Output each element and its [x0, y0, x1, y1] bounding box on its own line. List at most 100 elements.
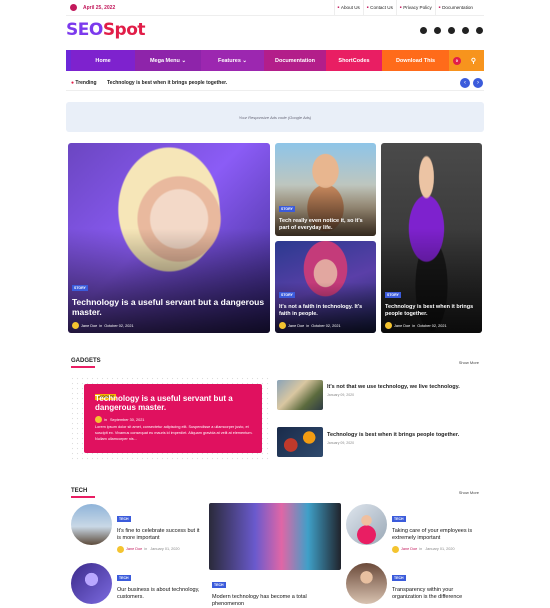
- author-name[interactable]: Jane Doe: [394, 324, 410, 328]
- tech-item-title[interactable]: It's fine to celebrate success but it is…: [117, 528, 203, 542]
- category-tag[interactable]: STORY: [279, 206, 295, 213]
- avatar: [392, 545, 399, 553]
- hero-title[interactable]: It's not a faith in technology. It's fai…: [279, 304, 372, 318]
- next-arrow-icon[interactable]: ›: [473, 78, 483, 88]
- privacy-policy-link[interactable]: Privacy Policy: [395, 0, 435, 16]
- section-title: GADGETS: [71, 358, 101, 364]
- hero-card-2[interactable]: STORY Tech really even notice it, so it'…: [275, 143, 376, 236]
- gadgets-featured-card[interactable]: GADGETS Technology is a useful servant b…: [84, 384, 262, 453]
- tech-thumb-4[interactable]: [346, 563, 387, 604]
- tech-item-4: TECH Transparency within your organizati…: [392, 566, 478, 601]
- search-icon[interactable]: ⚲: [471, 57, 476, 65]
- category-tag[interactable]: TECH: [392, 516, 406, 522]
- tech-item-title[interactable]: Transparency within your organization is…: [392, 587, 478, 601]
- prev-arrow-icon[interactable]: ‹: [460, 78, 470, 88]
- nav-mega-menu-label: Mega Menu: [149, 57, 180, 64]
- notification-badge[interactable]: 0: [452, 56, 461, 65]
- tech-show-more[interactable]: Show More: [459, 490, 479, 495]
- tech-thumb-1[interactable]: [71, 504, 112, 545]
- instagram-icon[interactable]: [476, 27, 483, 34]
- post-date: January 01, 2020: [150, 547, 180, 552]
- post-date: January 01, 2020: [425, 547, 455, 552]
- gadget-thumb-2[interactable]: [277, 427, 323, 457]
- author-name[interactable]: Jane Doe: [401, 547, 417, 551]
- twitter-icon[interactable]: [462, 27, 469, 34]
- gadget-item-title[interactable]: It's not that we use technology, we live…: [327, 384, 477, 391]
- logo-part-1: SEO: [66, 20, 103, 40]
- category-tag[interactable]: TECH: [212, 582, 226, 588]
- gadget-item-title[interactable]: Technology is best when it brings people…: [327, 432, 477, 439]
- social-links: [420, 27, 483, 34]
- section-underline: [71, 366, 95, 368]
- telegram-icon[interactable]: [448, 27, 455, 34]
- gadget-item-1: It's not that we use technology, we live…: [327, 384, 477, 397]
- contact-us-link[interactable]: Contact Us: [362, 0, 396, 16]
- gadgets-header: GADGETS: [71, 358, 101, 368]
- tech-item-1: TECH It's fine to celebrate success but …: [117, 507, 203, 553]
- main-nav: Home Mega Menu ⌄ Features ⌄ Documentatio…: [66, 50, 484, 71]
- top-bar: April 25, 2022 About Us Contact Us Priva…: [66, 0, 484, 16]
- nav-home[interactable]: Home: [71, 50, 135, 71]
- avatar: [385, 322, 392, 329]
- hero-title[interactable]: Tech really even notice it, so it's part…: [279, 218, 372, 232]
- tech-header: TECH: [71, 488, 95, 498]
- gadget-item-2: Technology is best when it brings people…: [327, 432, 477, 445]
- post-date: January 09, 2020: [327, 440, 355, 445]
- author-name[interactable]: Jane Doe: [81, 324, 97, 328]
- gadget-thumb-1[interactable]: [277, 380, 323, 410]
- clock-icon: [70, 4, 77, 11]
- nav-download[interactable]: Download This: [382, 50, 449, 71]
- category-tag[interactable]: TECH: [117, 575, 131, 581]
- section-title: TECH: [71, 488, 88, 494]
- featured-title[interactable]: Technology is a useful servant but a dan…: [95, 394, 255, 413]
- nav-documentation[interactable]: Documentation: [264, 50, 326, 71]
- about-us-link[interactable]: About Us: [333, 0, 363, 16]
- tech-thumb-3[interactable]: [346, 504, 387, 545]
- whatsapp-icon[interactable]: [434, 27, 441, 34]
- ad-slot: Your Responsive Ads code (Google Ads): [66, 102, 484, 132]
- post-date: October 02, 2021: [104, 323, 134, 328]
- author-name[interactable]: Jane Doe: [288, 324, 304, 328]
- category-tag[interactable]: STORY: [279, 292, 295, 299]
- tech-item-title[interactable]: Taking care of your employees is extreme…: [392, 528, 478, 542]
- trending-label-text: Trending: [75, 80, 97, 86]
- hero-title[interactable]: Technology is a useful servant but a dan…: [72, 297, 266, 318]
- tech-middle-image[interactable]: [209, 503, 341, 570]
- post-date: September 30, 2021: [110, 417, 145, 422]
- chevron-down-icon: ⌄: [242, 57, 248, 64]
- hero-card-main[interactable]: STORY Technology is a useful servant but…: [68, 143, 270, 333]
- site-logo[interactable]: SEOSpot: [66, 20, 146, 42]
- featured-excerpt: Lorem ipsum dolor sit amet, consectetur …: [95, 425, 253, 441]
- tech-middle-item: TECH Modern technology has become a tota…: [212, 573, 338, 608]
- avatar: [117, 545, 124, 553]
- nav-accent: [66, 50, 71, 71]
- category-tag[interactable]: TECH: [117, 516, 131, 522]
- tech-thumb-2[interactable]: [71, 563, 112, 604]
- tech-middle-title[interactable]: Modern technology has become a total phe…: [212, 594, 338, 608]
- documentation-link[interactable]: Documentation: [434, 0, 476, 16]
- hero-card-3[interactable]: STORY It's not a faith in technology. It…: [275, 241, 376, 333]
- category-tag[interactable]: TECH: [392, 575, 406, 581]
- nav-tools: 0 ⚲: [449, 50, 484, 71]
- trending-icon: ●: [71, 80, 75, 86]
- facebook-icon[interactable]: [420, 27, 427, 34]
- hero-card-4[interactable]: STORY Technology is best when it brings …: [381, 143, 482, 333]
- nav-mega-menu[interactable]: Mega Menu ⌄: [135, 50, 201, 71]
- post-date: October 02, 2021: [417, 323, 447, 328]
- avatar: [279, 322, 286, 329]
- category-tag[interactable]: STORY: [385, 292, 401, 299]
- tech-item-title[interactable]: Our business is about technology, custom…: [117, 587, 203, 601]
- section-underline: [71, 496, 95, 498]
- tech-item-2: TECH Our business is about technology, c…: [117, 566, 203, 601]
- nav-shortcodes[interactable]: ShortCodes: [326, 50, 382, 71]
- trending-headline[interactable]: Technology is best when it brings people…: [107, 80, 227, 86]
- hero-title[interactable]: Technology is best when it brings people…: [385, 304, 478, 318]
- trending-bar: ● Trending Technology is best when it br…: [66, 74, 484, 91]
- gadgets-show-more[interactable]: Show More: [459, 360, 479, 365]
- avatar: [72, 322, 79, 329]
- nav-features[interactable]: Features ⌄: [201, 50, 264, 71]
- category-tag[interactable]: STORY: [72, 284, 88, 291]
- avatar: [95, 416, 102, 423]
- author-name[interactable]: Jane Doe: [126, 547, 142, 551]
- chevron-down-icon: ⌄: [181, 57, 187, 64]
